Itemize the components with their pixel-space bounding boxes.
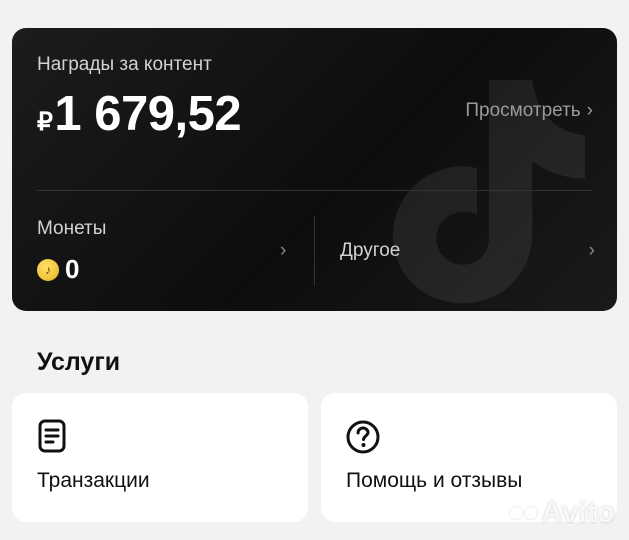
view-rewards-link[interactable]: Просмотреть ›	[465, 100, 593, 122]
chevron-right-icon[interactable]: ›	[280, 240, 286, 262]
amount-value: 1 679,52	[54, 87, 242, 141]
watermark-text: Avito	[541, 496, 615, 529]
rewards-card: Награды за контент ₽1 679,52 Просмотреть…	[12, 28, 617, 311]
transactions-label: Транзакции	[37, 469, 150, 492]
rewards-title: Награды за контент	[37, 54, 212, 75]
currency-symbol: ₽	[37, 108, 53, 136]
chevron-right-icon: ›	[586, 100, 593, 121]
services-heading: Услуги	[37, 348, 121, 376]
coins-label[interactable]: Монеты	[37, 218, 106, 240]
question-circle-icon	[346, 420, 380, 454]
avito-logo-icon	[510, 507, 538, 519]
coins-value: 0	[65, 254, 80, 284]
other-label[interactable]: Другое	[340, 240, 400, 262]
transactions-tile[interactable]: Транзакции	[12, 393, 308, 522]
avito-watermark: Avito	[510, 496, 615, 530]
rewards-amount: ₽1 679,52	[37, 86, 242, 142]
coins-balance[interactable]: ♪ 0	[37, 254, 79, 285]
help-feedback-label: Помощь и отзывы	[346, 469, 523, 492]
view-link-label: Просмотреть	[465, 100, 581, 121]
vertical-divider	[314, 216, 315, 286]
horizontal-divider	[37, 190, 592, 191]
document-icon	[38, 419, 66, 453]
coin-icon: ♪	[37, 258, 59, 281]
chevron-right-icon[interactable]: ›	[589, 240, 595, 262]
